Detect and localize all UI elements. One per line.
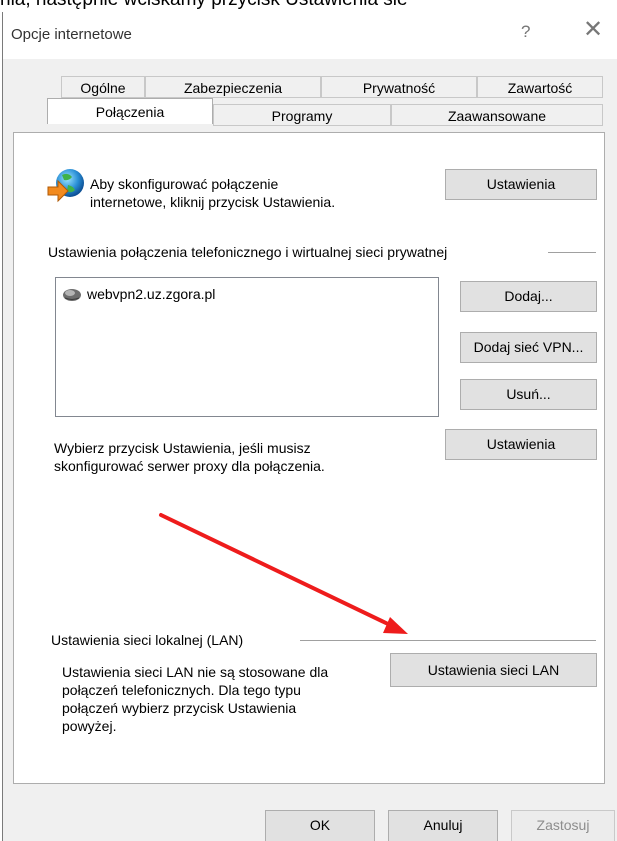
tab-programy[interactable]: Programy — [213, 104, 391, 126]
lan-text-line4: powyżej. — [62, 718, 117, 734]
vpn-connection-icon — [62, 286, 82, 302]
background-caption: nia, następnie wciskamy przycisk Ustawie… — [0, 0, 617, 12]
apply-button[interactable]: Zastosuj — [511, 810, 615, 841]
proxy-settings-button[interactable]: Ustawienia — [445, 429, 597, 460]
tab-zawartosc[interactable]: Zawartość — [477, 76, 603, 98]
tab-zaawansowane[interactable]: Zaawansowane — [391, 104, 603, 126]
internet-connection-icon — [46, 167, 86, 203]
help-button[interactable]: ? — [521, 22, 530, 42]
title-bar: Opcje internetowe ? ✕ — [3, 12, 617, 59]
lan-text-line1: Ustawienia sieci LAN nie są stosowane dl… — [62, 664, 329, 680]
tab-zabezpieczenia[interactable]: Zabezpieczenia — [145, 76, 321, 98]
lan-text-line3: połączeń wybierz przycisk Ustawienia — [62, 700, 297, 716]
proxy-text-line2: skonfigurować serwer proxy dla połączeni… — [54, 458, 325, 474]
setup-button[interactable]: Ustawienia — [445, 169, 597, 200]
lan-text-line2: połączeń telefonicznych. Dla tego typu — [62, 682, 301, 698]
cancel-button[interactable]: Anuluj — [388, 810, 498, 841]
tab-panel-connections: Aby skonfigurować połączenie internetowe… — [13, 132, 605, 784]
add-button[interactable]: Dodaj... — [460, 281, 597, 312]
proxy-text-line1: Wybierz przycisk Ustawienia, jeśli musis… — [54, 440, 311, 456]
lan-settings-button[interactable]: Ustawienia sieci LAN — [390, 653, 597, 687]
close-button[interactable]: ✕ — [583, 18, 603, 42]
window-title: Opcje internetowe — [11, 26, 132, 43]
tab-polaczenia[interactable]: Połączenia — [47, 98, 213, 124]
section-divider — [548, 252, 596, 253]
lan-section-title: Ustawienia sieci lokalnej (LAN) — [51, 632, 244, 648]
vpn-connection-name: webvpn2.uz.zgora.pl — [87, 286, 216, 302]
section-divider — [300, 640, 596, 641]
add-vpn-button[interactable]: Dodaj sieć VPN... — [460, 332, 597, 363]
remove-button[interactable]: Usuń... — [460, 379, 597, 410]
tab-ogolne[interactable]: Ogólne — [61, 76, 145, 98]
dialup-vpn-section-title: Ustawienia połączenia telefonicznego i w… — [48, 244, 448, 260]
connections-list[interactable]: webvpn2.uz.zgora.pl — [55, 277, 439, 417]
connection-setup-text-line2: internetowe, kliknij przycisk Ustawienia… — [90, 194, 336, 210]
internet-options-dialog: Opcje internetowe ? ✕ Ogólne Zabezpiecze… — [2, 12, 617, 841]
connection-setup-text-line1: Aby skonfigurować połączenie — [90, 176, 279, 192]
ok-button[interactable]: OK — [265, 810, 375, 841]
tab-prywatnosc[interactable]: Prywatność — [321, 76, 477, 98]
